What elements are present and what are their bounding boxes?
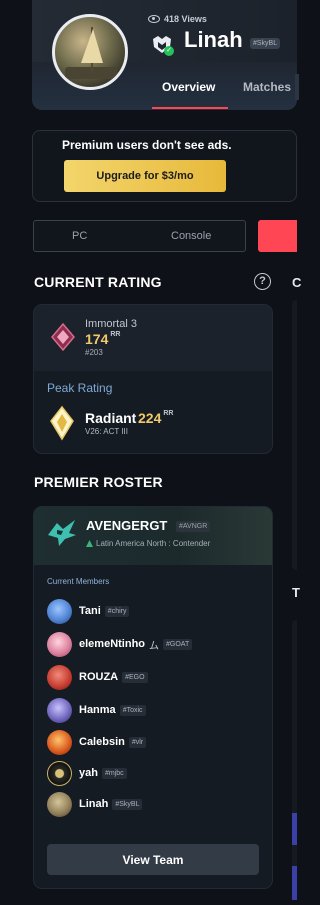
member-name: yah [79,767,98,779]
player-name: Linah [184,27,243,52]
member-avatar [47,697,72,723]
side-accent-block [292,866,297,900]
platform-toggle [33,220,246,252]
current-rr-value: 174 [85,331,109,347]
member-avatar [47,664,72,690]
upgrade-button[interactable]: Upgrade for $3/mo [64,160,226,192]
leaderboard-position: #203 [85,348,103,357]
platform-pc-option[interactable]: PC [72,230,87,242]
view-team-button[interactable]: View Team [47,844,259,875]
current-rr-unit: RR [110,331,121,338]
member-tag: #mjbc [101,767,127,779]
member-avatar [47,791,72,817]
team-region: Latin America North : Contender [86,539,210,548]
side-section-title: T [292,585,300,600]
side-section-title: C [292,275,302,290]
member-name: Linah [79,798,109,810]
peak-rr-value: 224 [138,410,162,426]
team-region-text: Latin America North : Contender [96,539,211,548]
side-accent-block [292,813,297,845]
member-row[interactable]: Linah #SkyBL [47,791,143,817]
member-row[interactable]: Hanma #Toxic [47,697,146,723]
member-extra-symbol: ム [149,640,160,652]
peak-rank-name: Radiant [85,410,137,426]
action-button[interactable] [258,220,297,252]
division-icon [86,540,93,547]
peak-rating-label: Peak Rating [47,381,113,395]
member-avatar [47,598,72,624]
tab-overview[interactable]: Overview [162,80,215,94]
member-name: Tani [79,605,101,617]
verified-icon: ✓ [164,46,174,56]
avatar-sail-shape [81,29,103,63]
member-row[interactable]: ROUZA #EGO [47,664,148,690]
member-tag: #Toxic [119,704,146,716]
side-panel [292,620,297,890]
radiant-rank-icon [50,405,74,441]
tab-overflow-edge [295,74,299,100]
tab-matches[interactable]: Matches [243,80,291,94]
team-tag: #AVNGR [176,521,211,532]
premium-text: Premium users don't see ads. [62,138,232,152]
side-panel [292,300,297,570]
member-avatar [47,631,72,657]
member-avatar [47,729,72,755]
member-row[interactable]: elemeNtinho ム #GOAT [47,631,193,657]
member-tag: #vlr [128,736,147,748]
member-name: Calebsin [79,736,125,748]
active-tab-indicator [152,107,228,109]
current-rating-title: CURRENT RATING [34,274,162,290]
team-name[interactable]: AVENGERGT [86,518,167,533]
peak-rr-unit: RR [163,410,174,417]
member-tag: #EGO [122,671,148,683]
current-members-label: Current Members [47,577,110,586]
profile-avatar[interactable] [52,14,128,90]
views-text: 418 Views [164,14,207,24]
peak-rr: 224 RR [138,410,173,426]
member-row[interactable]: Tani #chiry [47,598,130,624]
help-icon[interactable]: ? [254,273,271,290]
views-count: 418 Views [148,14,207,24]
immortal-rank-icon [51,322,75,352]
member-avatar [47,760,72,786]
team-logo-icon [48,520,76,546]
eye-icon [148,15,160,23]
member-name: ROUZA [79,671,119,683]
current-rr: 174 RR [85,331,120,347]
member-name: Hanma [79,704,116,716]
member-tag: #GOAT [163,638,193,650]
player-tag: #SkyBL [250,38,281,49]
current-rank-name: Immortal 3 [85,318,137,330]
member-tag: #SkyBL [112,798,143,810]
peak-act: V26: ACT III [85,427,128,436]
member-name: elemeNtinho [79,638,146,650]
member-row[interactable]: Calebsin #vlr [47,729,147,755]
member-row[interactable]: yah #mjbc [47,760,127,786]
member-tag: #chiry [104,605,130,617]
premier-roster-title: PREMIER ROSTER [34,474,163,490]
platform-console-option[interactable]: Console [171,230,211,242]
